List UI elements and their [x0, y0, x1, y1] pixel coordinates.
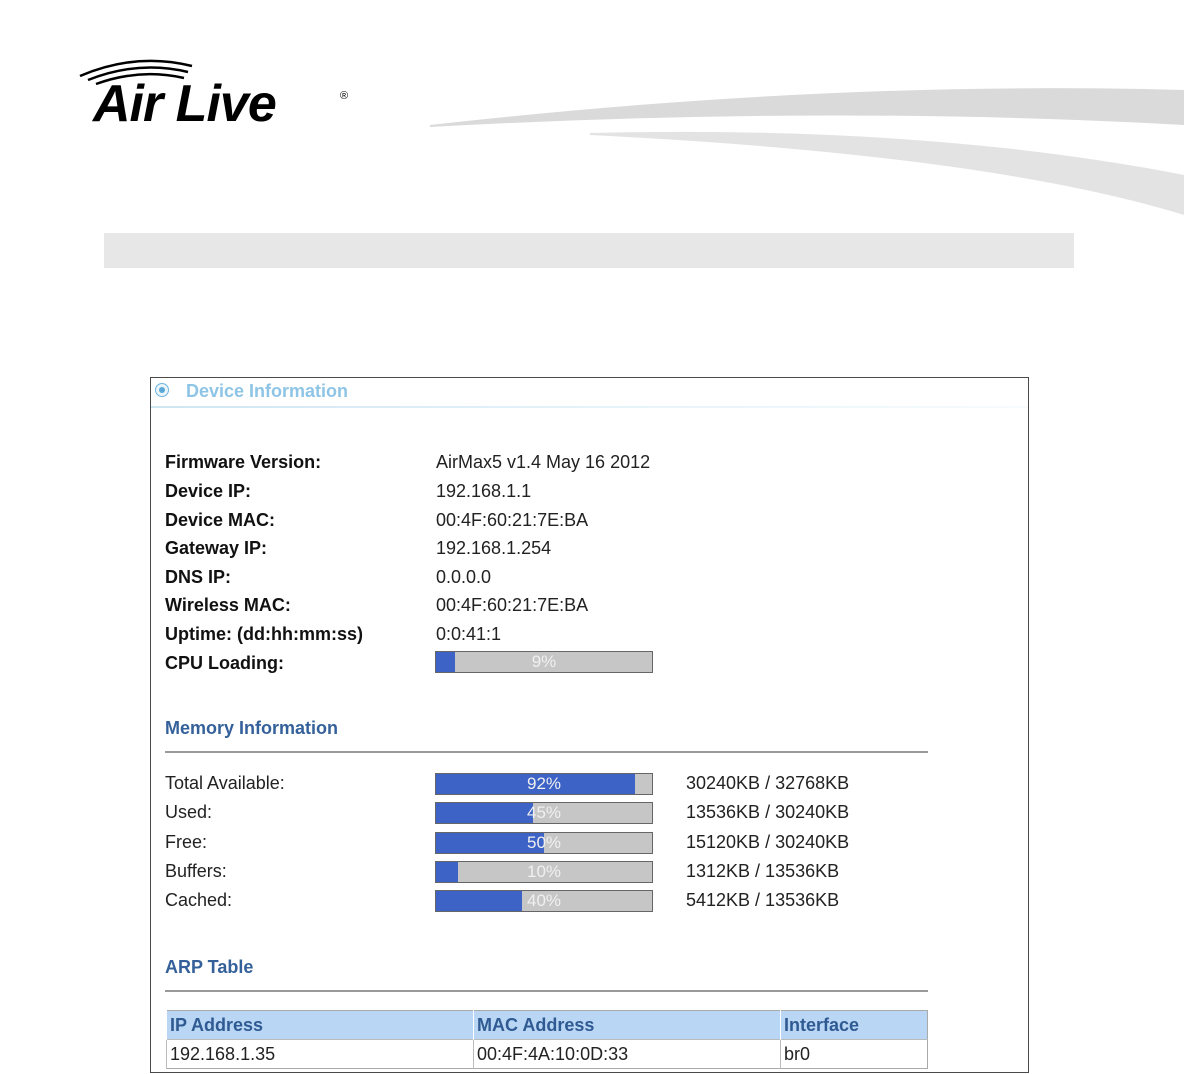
- memory-percent: 40%: [526, 891, 562, 910]
- column-header-interface: Interface: [780, 1010, 928, 1040]
- info-label: Gateway IP:: [165, 538, 268, 558]
- memory-percent: 50%: [526, 833, 562, 852]
- arp-cell-interface: br0: [780, 1039, 928, 1069]
- memory-row-free: Free: 50% 15120KB / 30240KB: [165, 832, 1005, 858]
- memory-percent: 10%: [526, 862, 562, 881]
- memory-row-buffers: Buffers: 10% 1312KB / 13536KB: [165, 861, 1005, 887]
- memory-value: 30240KB / 32768KB: [686, 773, 850, 793]
- memory-label: Buffers:: [165, 861, 227, 881]
- cpu-label: CPU Loading:: [165, 653, 284, 673]
- memory-bar: 45%: [435, 802, 653, 824]
- memory-percent: 92%: [526, 774, 562, 793]
- memory-value: 1312KB / 13536KB: [686, 861, 840, 881]
- memory-bar: 10%: [435, 861, 653, 883]
- memory-value: 13536KB / 30240KB: [686, 802, 850, 822]
- arp-header-row: IP Address MAC Address Interface: [166, 1010, 928, 1040]
- header-banner: [104, 233, 1074, 268]
- memory-bar: 92%: [435, 773, 653, 795]
- memory-row-cached: Cached: 40% 5412KB / 13536KB: [165, 890, 1005, 916]
- info-value: AirMax5 v1.4 May 16 2012: [436, 452, 651, 472]
- memory-row-used: Used: 45% 13536KB / 30240KB: [165, 802, 1005, 828]
- cpu-loading-bar: 9%: [435, 651, 653, 673]
- info-value: 00:4F:60:21:7E:BA: [436, 510, 589, 530]
- memory-label: Cached:: [165, 890, 233, 910]
- info-label: Firmware Version:: [165, 452, 322, 472]
- info-label: Uptime: (dd:hh:mm:ss): [165, 624, 363, 644]
- airlive-logo: Air Live ®: [76, 54, 366, 134]
- table-row: 192.168.1.35 00:4F:4A:10:0D:33 br0: [166, 1039, 928, 1069]
- info-label: DNS IP:: [165, 567, 232, 587]
- arp-table: IP Address MAC Address Interface 192.168…: [166, 1010, 928, 1069]
- arp-cell-mac: 00:4F:4A:10:0D:33: [473, 1039, 781, 1069]
- info-row-firmware: Firmware Version: AirMax5 v1.4 May 16 20…: [165, 452, 1005, 476]
- arp-section-title: ARP Table: [165, 957, 254, 977]
- info-label: Device MAC:: [165, 510, 276, 530]
- device-information-panel: Device Information Firmware Version: Air…: [150, 377, 1029, 1073]
- brand-name: Air Live: [93, 75, 277, 133]
- info-value: 0:0:41:1: [436, 624, 502, 644]
- memory-bar: 40%: [435, 890, 653, 912]
- arp-cell-ip: 192.168.1.35: [166, 1039, 474, 1069]
- target-icon: [155, 383, 169, 397]
- memory-label: Used:: [165, 802, 213, 822]
- cpu-loading-percent: 9%: [531, 652, 557, 671]
- info-value: 192.168.1.254: [436, 538, 552, 558]
- column-header-mac: MAC Address: [473, 1010, 781, 1040]
- info-row-gateway-ip: Gateway IP: 192.168.1.254: [165, 538, 1005, 562]
- arp-section-divider: [165, 990, 928, 992]
- info-value: 0.0.0.0: [436, 567, 492, 587]
- info-value: 00:4F:60:21:7E:BA: [436, 595, 589, 615]
- memory-value: 15120KB / 30240KB: [686, 832, 850, 852]
- info-row-device-mac: Device MAC: 00:4F:60:21:7E:BA: [165, 510, 1005, 534]
- memory-bar: 50%: [435, 832, 653, 854]
- info-row-dns-ip: DNS IP: 0.0.0.0: [165, 567, 1005, 591]
- info-row-wireless-mac: Wireless MAC: 00:4F:60:21:7E:BA: [165, 595, 1005, 619]
- memory-section-title: Memory Information: [165, 718, 339, 738]
- panel-header: Device Information: [151, 378, 1028, 408]
- header-swoosh-graphic: [430, 88, 1184, 215]
- registered-mark: ®: [340, 90, 349, 102]
- memory-label: Free:: [165, 832, 208, 852]
- memory-percent: 45%: [526, 803, 562, 822]
- memory-label: Total Available:: [165, 773, 285, 793]
- memory-value: 5412KB / 13536KB: [686, 890, 840, 910]
- column-header-ip: IP Address: [166, 1010, 474, 1040]
- info-label: Wireless MAC:: [165, 595, 291, 615]
- info-row-uptime: Uptime: (dd:hh:mm:ss) 0:0:41:1: [165, 624, 1005, 648]
- panel-header-divider: [151, 406, 1028, 408]
- info-label: Device IP:: [165, 481, 252, 501]
- info-row-device-ip: Device IP: 192.168.1.1: [165, 481, 1005, 505]
- memory-row-total-available: Total Available: 92% 30240KB / 32768KB: [165, 773, 1005, 799]
- info-value: 192.168.1.1: [436, 481, 532, 501]
- panel-title: Device Information: [186, 381, 349, 401]
- memory-section-divider: [165, 751, 928, 753]
